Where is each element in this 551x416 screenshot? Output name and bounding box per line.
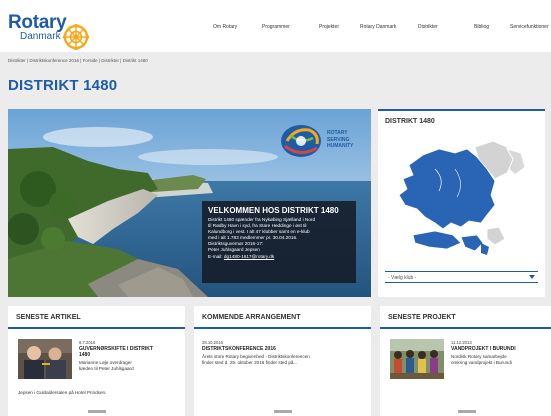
site-header: Rotary Danmark Om Rotary Programmer Proj…	[0, 0, 551, 52]
project-summary: Nordisk Rotary samarbejde omkring vandpr…	[451, 354, 512, 366]
nav-distrikter[interactable]: Distrikter	[418, 24, 438, 30]
article-thumbnail[interactable]	[18, 339, 72, 379]
article-summary-cont: Jepsen i Guldaldersalen på Hotel Prindse…	[18, 390, 106, 396]
breadcrumb[interactable]: Distrikter | Distriktskonference 2016 | …	[8, 58, 148, 63]
email-label: E-mail:	[208, 253, 223, 259]
welcome-title: VELKOMMEN HOS DISTRIKT 1480	[208, 206, 339, 215]
welcome-email-row: E-mail: dg1480-1617@rotary.dk	[208, 254, 350, 260]
project-headline[interactable]: VANDPROJEKT I BURUNDI	[451, 346, 516, 352]
district-email-link[interactable]: dg1480-1617@rotary.dk	[224, 254, 274, 259]
chevron-down-icon	[529, 275, 535, 279]
read-more-indicator[interactable]	[458, 410, 476, 413]
event-headline[interactable]: DISTRIKTSKONFERENCE 2016	[202, 346, 276, 352]
summary-line: finder sted d. 29. oktober 2016 finder s…	[202, 360, 298, 365]
card-title: SENESTE ARTIKEL	[16, 314, 81, 321]
summary-line: kæden til Peter Juhlsgaard	[79, 366, 134, 371]
project-thumbnail[interactable]	[390, 339, 444, 379]
nav-om-rotary[interactable]: Om Rotary	[213, 24, 237, 30]
nav-rotary-danmark[interactable]: Rotary Danmark	[360, 24, 396, 30]
main-navigation: Om Rotary Programmer Projekter Rotary Da…	[0, 24, 551, 34]
nav-bibliog[interactable]: Bibliog	[474, 24, 489, 30]
event-date: 28.10.2016	[202, 340, 223, 345]
rotary-serving-humanity-logo: ROTARY SERVING HUMANITY	[279, 120, 359, 162]
summary-line: Jepsen i Guldaldersalen på Hotel Prindse…	[18, 390, 107, 395]
rsh-line-3: HUMANITY	[327, 143, 354, 149]
card-header: KOMMENDE ARRANGEMENT	[194, 306, 371, 329]
club-select-label: - Vælg klub -	[388, 275, 417, 281]
map-card-title: DISTRIKT 1480	[385, 118, 435, 125]
globe-icon	[281, 125, 321, 157]
headline-line: VANDPROJEKT I BURUNDI	[451, 346, 516, 352]
district-map[interactable]	[395, 139, 530, 264]
article-date: 6.7.2016	[79, 340, 96, 345]
card-title: SENESTE PROJEKT	[388, 314, 456, 321]
card-header: SENESTE ARTIKEL	[8, 306, 185, 329]
welcome-box: VELKOMMEN HOS DISTRIKT 1480 Distrikt 148…	[202, 201, 356, 283]
welcome-text: Distrikt 1480 spænder fra Nykøbing Sjæll…	[208, 217, 350, 254]
nav-programmer[interactable]: Programmer	[262, 24, 290, 30]
page-title: DISTRIKT 1480	[8, 77, 118, 94]
club-select-dropdown[interactable]: - Vælg klub -	[385, 271, 538, 283]
upcoming-event-card[interactable]: KOMMENDE ARRANGEMENT 28.10.2016 DISTRIKT…	[194, 306, 371, 416]
nav-projekter[interactable]: Projekter	[319, 24, 339, 30]
nav-servicefunktioner[interactable]: Servicefunktioner	[510, 24, 549, 30]
event-summary: Årets store Rotary begivenhed - Distrikt…	[202, 354, 310, 366]
read-more-indicator[interactable]	[274, 410, 292, 413]
latest-article-card[interactable]: SENESTE ARTIKEL 6.7.2016 GUVERNØRSKIFTE …	[8, 306, 185, 416]
article-headline[interactable]: GUVERNØRSKIFTE I DISTRIKT 1480	[79, 346, 153, 358]
headline-line: DISTRIKTSKONFERENCE 2016	[202, 346, 276, 352]
card-header: SENESTE PROJEKT	[380, 306, 551, 329]
hero-banner: ROTARY SERVING HUMANITY VELKOMMEN HOS DI…	[8, 109, 371, 297]
card-title: KOMMENDE ARRANGEMENT	[202, 314, 301, 321]
read-more-indicator[interactable]	[88, 410, 106, 413]
summary-line: omkring vandprojekt i Burundi	[451, 360, 512, 365]
latest-project-card[interactable]: SENESTE PROJEKT 11.12.2013 VANDPROJEKT I…	[380, 306, 551, 416]
rsh-text: ROTARY SERVING HUMANITY	[327, 130, 353, 150]
project-date: 11.12.2013	[451, 340, 472, 345]
article-summary: Marianne Løje overdrager kæden til Peter…	[79, 360, 134, 372]
headline-line: 1480	[79, 352, 91, 358]
district-map-card: DISTRIKT 1480 - Vælg klub -	[378, 109, 545, 297]
